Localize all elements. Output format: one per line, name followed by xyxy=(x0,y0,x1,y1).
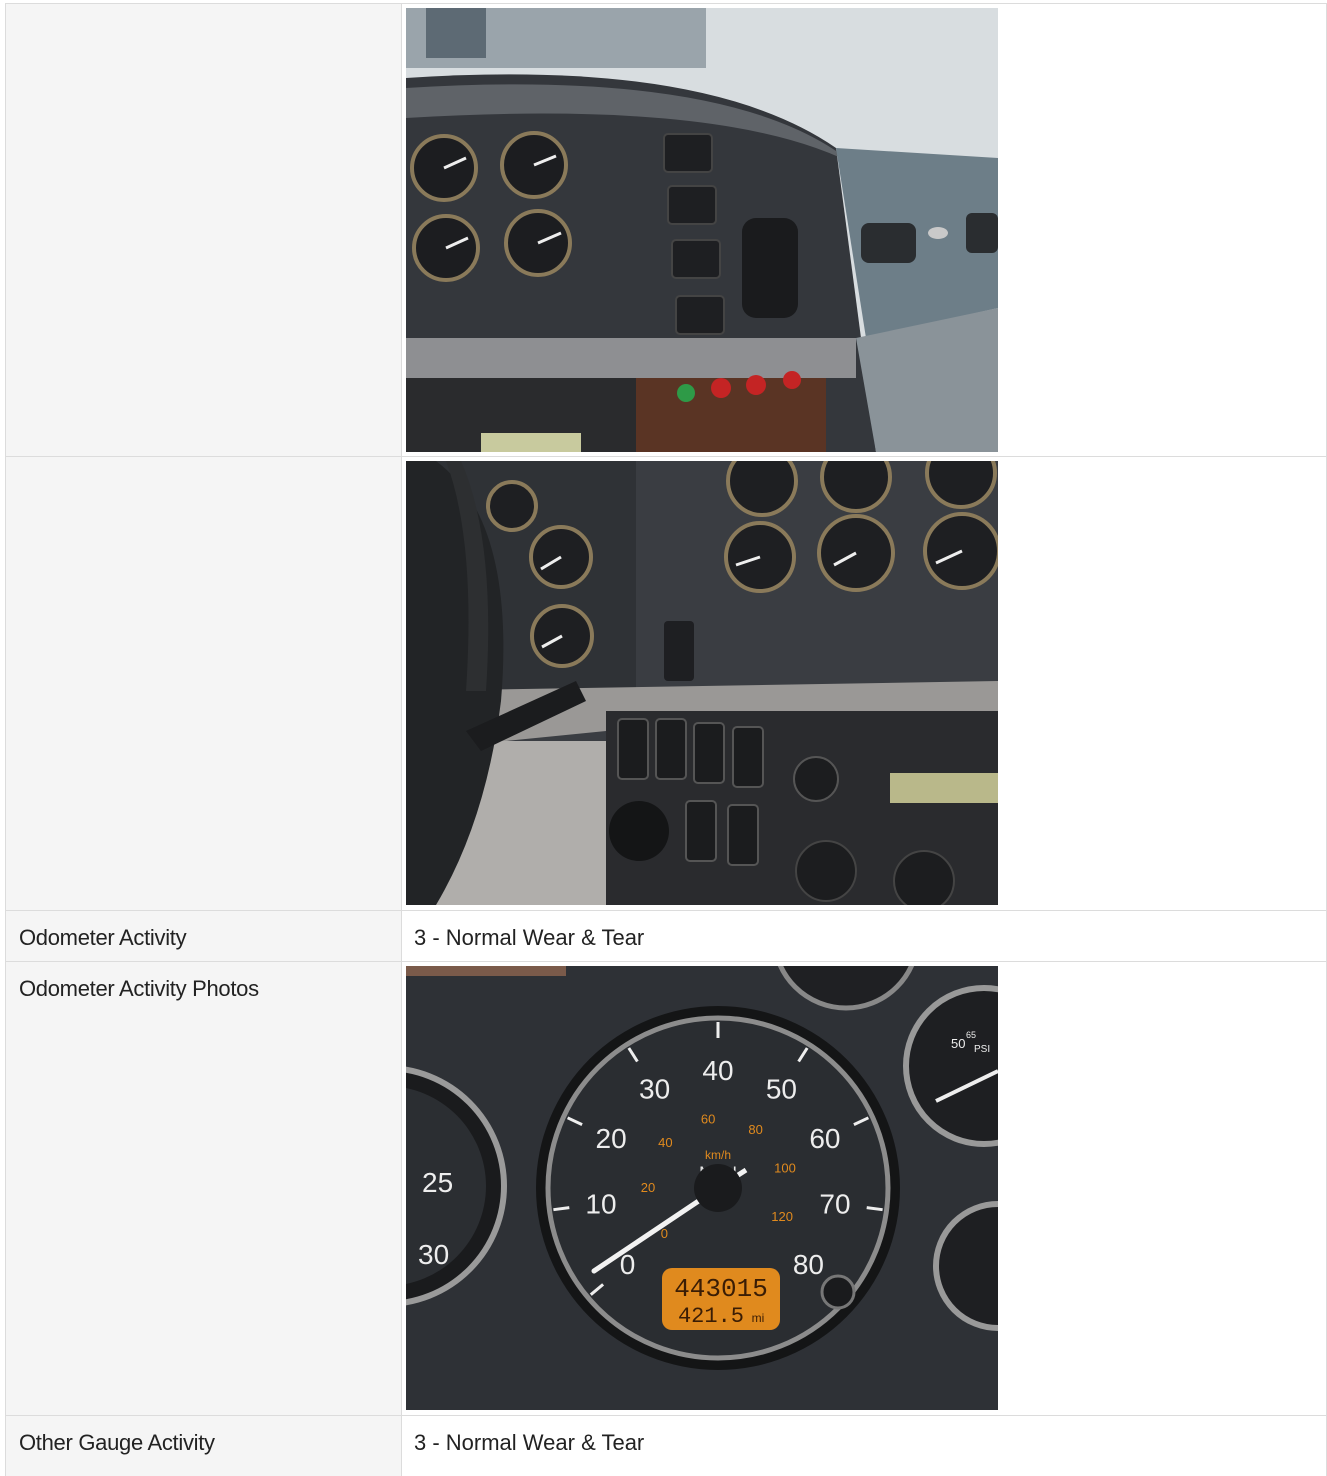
dashboard-photo-1[interactable] xyxy=(406,8,998,452)
mph-tick-label: 30 xyxy=(639,1074,670,1105)
table-row xyxy=(6,456,1326,910)
table-row: Odometer Activity Photos 25 30 50 65 PSI xyxy=(6,961,1326,1415)
photo-cell: 25 30 50 65 PSI 0 10 20 30 40 50 60 70 80 0 20 40 60… xyxy=(402,962,1326,1415)
table-row xyxy=(6,3,1326,456)
inspection-table: Odometer Activity 3 - Normal Wear & Tear… xyxy=(5,3,1327,1476)
kmh-tick-label: 120 xyxy=(771,1209,793,1224)
table-row: Other Gauge Activity 3 - Normal Wear & T… xyxy=(6,1415,1326,1476)
row-label xyxy=(6,457,402,910)
left-gauge-number: 25 xyxy=(422,1167,453,1198)
mph-tick-label: 60 xyxy=(809,1123,840,1154)
side-gauge-label: PSI xyxy=(974,1044,990,1055)
odometer-reading: 443015 xyxy=(674,1274,768,1304)
row-label xyxy=(6,4,402,456)
kmh-tick-label: 40 xyxy=(658,1135,672,1150)
odometer-activity-value: 3 - Normal Wear & Tear xyxy=(414,925,645,950)
other-gauge-activity-value: 3 - Normal Wear & Tear xyxy=(414,1430,645,1455)
mph-tick-label: 70 xyxy=(819,1188,850,1219)
kmh-tick-label: 80 xyxy=(748,1122,762,1137)
mph-tick-label: 50 xyxy=(766,1074,797,1105)
kmh-tick-label: 60 xyxy=(701,1112,715,1127)
photo-cell xyxy=(402,457,1326,910)
mph-tick-label: 10 xyxy=(585,1188,616,1219)
photo-cell xyxy=(402,4,1326,456)
trip-unit: mi xyxy=(752,1311,765,1325)
trip-reading: 421.5 xyxy=(678,1304,744,1329)
odometer-activity-photos-label: Odometer Activity Photos xyxy=(6,962,402,1415)
kmh-unit-label: km/h xyxy=(705,1148,731,1162)
speedometer-photo[interactable]: 25 30 50 65 PSI 010203040506070800204060… xyxy=(406,966,998,1410)
mph-tick-label: 20 xyxy=(596,1123,627,1154)
table-row: Odometer Activity 3 - Normal Wear & Tear xyxy=(6,910,1326,961)
kmh-tick-label: 20 xyxy=(641,1180,655,1195)
dashboard-photo-2[interactable] xyxy=(406,461,998,905)
kmh-tick-label: 100 xyxy=(774,1161,796,1176)
mph-tick-label: 40 xyxy=(702,1055,733,1086)
mph-tick-mark xyxy=(866,1206,883,1212)
odometer-activity-label: Odometer Activity xyxy=(6,911,402,961)
mph-tick-label: 80 xyxy=(793,1249,824,1280)
side-gauge-label: 50 xyxy=(951,1036,965,1051)
other-gauge-activity-label: Other Gauge Activity xyxy=(6,1416,402,1476)
mph-tick-mark xyxy=(553,1206,570,1212)
left-gauge-number: 30 xyxy=(418,1239,449,1270)
speedometer: 01020304050607080020406080100120 MPH km/… xyxy=(536,1006,900,1370)
side-gauge-label: 65 xyxy=(966,1030,976,1040)
